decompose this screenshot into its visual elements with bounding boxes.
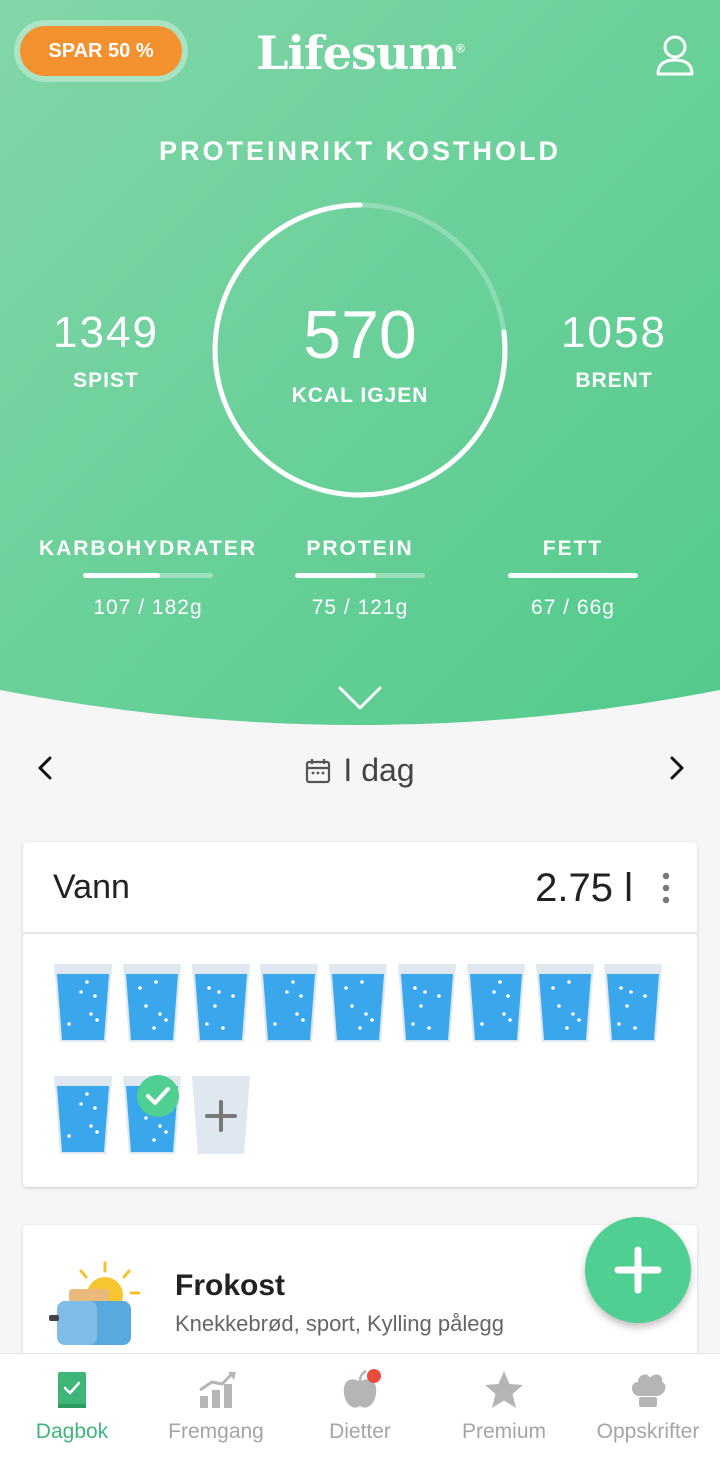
- water-title: Vann: [53, 868, 130, 906]
- macro-value: 67 / 66g: [531, 596, 615, 619]
- water-glass[interactable]: [466, 962, 526, 1044]
- plus-icon: [614, 1246, 662, 1294]
- progress-chart-icon: [199, 1372, 236, 1408]
- macro-carbs[interactable]: KARBOHYDRATER 107 / 182g: [28, 537, 268, 620]
- burned-label: BRENT: [575, 369, 653, 392]
- breakfast-toaster-icon: [49, 1261, 141, 1345]
- water-glass[interactable]: [259, 962, 319, 1044]
- nav-label: Dagbok: [35, 1420, 109, 1443]
- eaten-value: 1349: [53, 308, 159, 357]
- nav-item-fremgang[interactable]: Fremgang: [144, 1354, 288, 1457]
- macro-progress-fill: [508, 573, 638, 578]
- water-glass[interactable]: [397, 962, 457, 1044]
- divider: [23, 932, 697, 934]
- macro-progress-bar: [295, 573, 425, 578]
- nav-item-oppskrifter[interactable]: Oppskrifter: [576, 1354, 720, 1457]
- burned-value: 1058: [561, 308, 667, 357]
- nav-item-dietter[interactable]: Dietter: [288, 1354, 432, 1457]
- water-card: Vann 2.75 l: [23, 842, 697, 1187]
- add-water-glass[interactable]: [191, 1074, 251, 1156]
- water-glass[interactable]: [535, 962, 595, 1044]
- summary-header: SPAR 50 % Lifesum® PROTEINRIKT KOSTHOLD …: [0, 0, 720, 730]
- water-glass[interactable]: [191, 962, 251, 1044]
- water-glass[interactable]: [328, 962, 388, 1044]
- next-day-button[interactable]: [660, 752, 692, 784]
- chef-hat-icon: [632, 1374, 666, 1407]
- macro-value: 107 / 182g: [93, 596, 203, 619]
- more-options-icon[interactable]: [655, 870, 677, 906]
- nav-label: Premium: [461, 1420, 546, 1443]
- macro-progress-fill: [295, 573, 376, 578]
- diet-title[interactable]: PROTEINRIKT KOSTHOLD: [0, 136, 720, 167]
- nav-label: Oppskrifter: [596, 1420, 700, 1443]
- calories-remaining-value: 570: [303, 297, 417, 373]
- chevron-down-icon[interactable]: [336, 684, 384, 712]
- water-glass[interactable]: [122, 962, 182, 1044]
- water-amount: 2.75 l: [535, 866, 633, 910]
- macro-name: PROTEIN: [306, 537, 414, 560]
- macro-progress-fill: [83, 573, 160, 578]
- add-button[interactable]: [585, 1217, 691, 1323]
- water-glass[interactable]: [603, 962, 663, 1044]
- apple-icon: [343, 1369, 381, 1408]
- eaten-label: SPIST: [73, 369, 139, 392]
- date-label: I dag: [343, 752, 415, 788]
- nav-label: Dietter: [329, 1420, 391, 1443]
- calories-remaining-label: KCAL IGJEN: [291, 384, 429, 407]
- macro-protein[interactable]: PROTEIN 75 / 121g: [240, 537, 480, 620]
- macro-progress-bar: [508, 573, 638, 578]
- macro-fat[interactable]: FETT 67 / 66g: [453, 537, 693, 620]
- star-icon: [485, 1371, 523, 1408]
- nav-item-premium[interactable]: Premium: [432, 1354, 576, 1457]
- check-icon: [136, 1075, 179, 1117]
- water-glass[interactable]: [53, 1074, 113, 1156]
- profile-icon[interactable]: [650, 30, 700, 80]
- bottom-navigation: Dagbok Fremgang Dietter Premium Oppskrif…: [0, 1353, 720, 1457]
- date-selector[interactable]: I dag: [0, 752, 720, 789]
- meal-items: Knekkebrød, sport, Kylling pålegg: [175, 1311, 504, 1336]
- water-glass[interactable]: [53, 962, 113, 1044]
- macro-name: FETT: [542, 537, 604, 560]
- nav-label: Fremgang: [168, 1420, 264, 1443]
- nav-item-dagbok[interactable]: Dagbok: [0, 1354, 144, 1457]
- meal-title: Frokost: [175, 1269, 286, 1302]
- diary-icon: [58, 1372, 86, 1408]
- macro-name: KARBOHYDRATER: [38, 537, 258, 560]
- macro-value: 75 / 121g: [311, 596, 409, 619]
- app-logo: Lifesum®: [256, 26, 465, 80]
- macro-progress-bar: [83, 573, 213, 578]
- logo-text: Lifesum: [256, 26, 457, 80]
- calendar-icon: [306, 758, 331, 783]
